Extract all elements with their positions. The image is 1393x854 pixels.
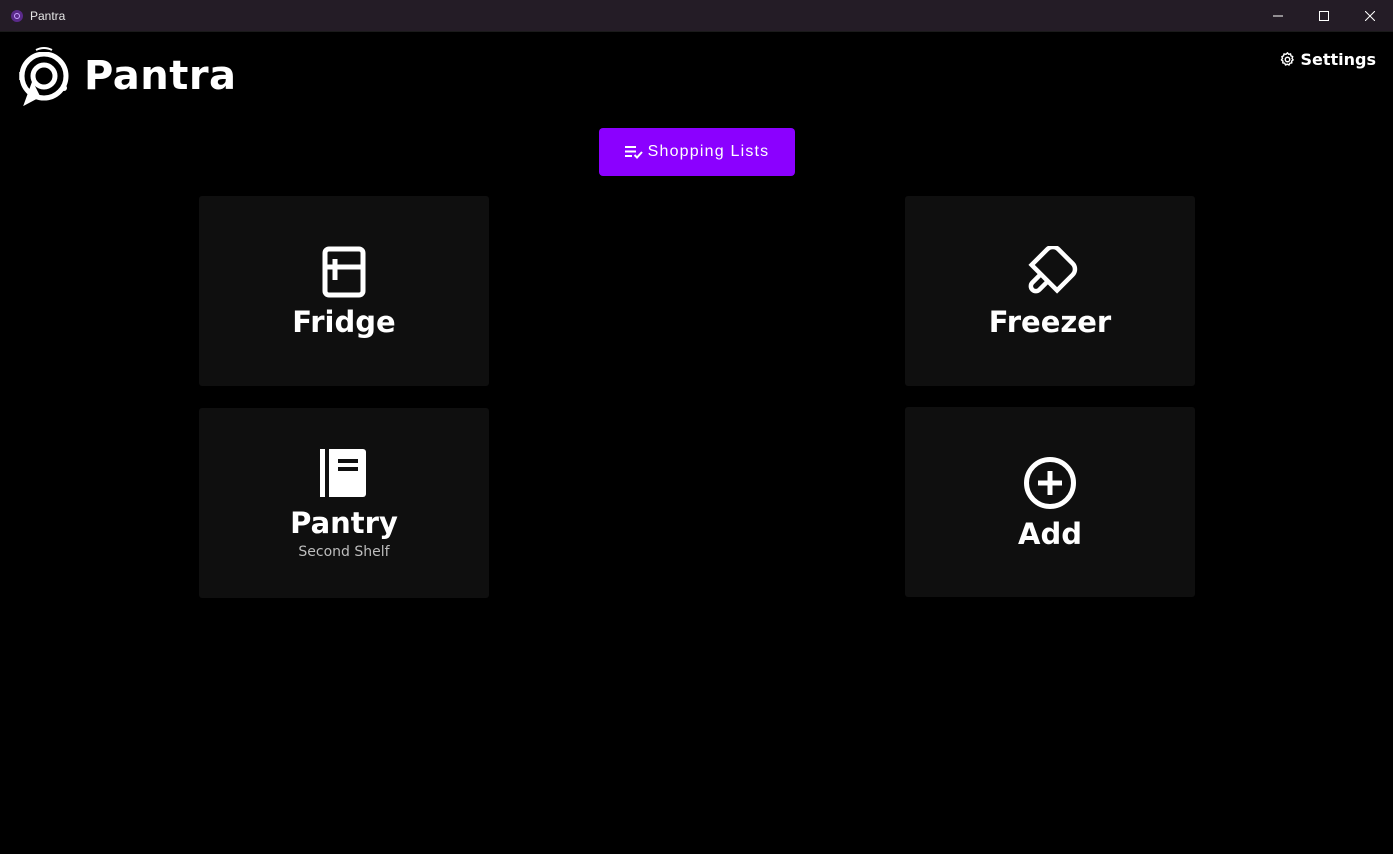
popsicle-icon bbox=[1028, 245, 1078, 294]
settings-button[interactable]: Settings bbox=[1279, 50, 1376, 69]
tile-label: Add bbox=[1018, 516, 1082, 551]
window-controls bbox=[1255, 0, 1393, 32]
tile-pantry[interactable]: Pantry Second Shelf bbox=[199, 408, 489, 598]
tile-fridge[interactable]: Fridge bbox=[199, 196, 489, 386]
tile-add[interactable]: Add bbox=[905, 407, 1195, 597]
logo-text: Pantra bbox=[84, 53, 237, 99]
fridge-icon bbox=[322, 246, 366, 297]
tile-label: Fridge bbox=[292, 304, 396, 339]
gear-icon bbox=[1281, 52, 1295, 66]
app-icon bbox=[11, 9, 23, 22]
maximize-icon bbox=[1319, 11, 1329, 21]
tile-label: Pantry bbox=[290, 505, 398, 540]
window-titlebar[interactable]: Pantra bbox=[0, 0, 1393, 32]
checklist-icon bbox=[624, 146, 643, 159]
tile-label: Freezer bbox=[988, 304, 1112, 339]
tile-subtitle: Second Shelf bbox=[298, 543, 390, 560]
book-icon bbox=[320, 448, 366, 497]
plus-circle-icon bbox=[1024, 456, 1076, 509]
window-title: Pantra bbox=[30, 8, 66, 23]
settings-label: Settings bbox=[1300, 50, 1376, 69]
shopping-lists-label: Shopping Lists bbox=[647, 143, 770, 160]
minimize-icon bbox=[1273, 15, 1283, 17]
pantra-logo-icon bbox=[19, 47, 69, 106]
shopping-lists-button[interactable]: Shopping Lists bbox=[599, 128, 795, 176]
minimize-button[interactable] bbox=[1255, 0, 1301, 32]
maximize-button[interactable] bbox=[1301, 0, 1347, 32]
tile-freezer[interactable]: Freezer bbox=[905, 196, 1195, 386]
app-logo: Pantra bbox=[16, 46, 237, 106]
close-icon bbox=[1365, 11, 1375, 21]
close-button[interactable] bbox=[1347, 0, 1393, 32]
